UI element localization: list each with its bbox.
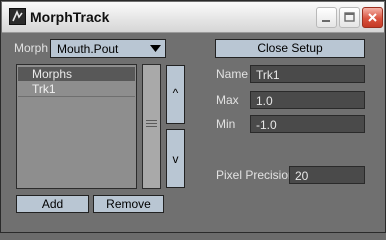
remove-button[interactable]: Remove [93, 195, 164, 213]
min-label: Min [216, 117, 236, 131]
scroll-up-label: ^ [172, 86, 179, 100]
minimize-icon [322, 20, 330, 22]
morphtrack-window: MorphTrack Morph Mouth.Pout Morphs Trk1 … [0, 0, 386, 233]
close-icon [368, 13, 377, 22]
list-scrollbar[interactable] [142, 64, 161, 189]
pixel-precision-value: 20 [295, 169, 309, 183]
window-title: MorphTrack [30, 9, 110, 25]
close-button[interactable] [362, 7, 383, 28]
title-bar[interactable]: MorphTrack [2, 2, 384, 33]
list-item-label: Trk1 [32, 82, 56, 96]
scroll-up-button[interactable]: ^ [166, 65, 185, 124]
morph-app-icon [9, 8, 26, 25]
min-field[interactable]: -1.0 [250, 115, 365, 133]
max-field-value: 1.0 [256, 94, 273, 108]
morph-list[interactable]: Morphs Trk1 [16, 64, 137, 189]
min-field-value: -1.0 [256, 118, 277, 132]
pixel-precision-field[interactable]: 20 [289, 166, 365, 184]
maximize-button[interactable] [339, 7, 360, 28]
scroll-grip-line [146, 123, 157, 124]
maximize-icon [344, 12, 355, 22]
morph-dropdown[interactable]: Mouth.Pout [50, 39, 166, 58]
list-item[interactable]: Trk1 [18, 82, 135, 97]
add-button[interactable]: Add [16, 195, 89, 213]
name-field-value: Trk1 [256, 68, 280, 82]
list-header[interactable]: Morphs [18, 67, 135, 81]
max-label: Max [216, 93, 239, 107]
list-header-label: Morphs [32, 67, 73, 81]
scroll-down-button[interactable]: v [166, 129, 185, 188]
close-setup-button[interactable]: Close Setup [215, 39, 365, 58]
scroll-down-label: v [172, 152, 179, 166]
max-field[interactable]: 1.0 [250, 91, 365, 109]
scroll-grip-line [146, 126, 157, 127]
minimize-button[interactable] [316, 7, 337, 28]
chevron-down-icon [150, 45, 161, 52]
pixel-precision-label: Pixel Precision [216, 168, 295, 182]
morph-dropdown-value: Mouth.Pout [57, 42, 119, 56]
name-field[interactable]: Trk1 [250, 65, 365, 83]
scroll-grip-line [146, 120, 157, 121]
morph-label: Morph [14, 41, 49, 55]
name-label: Name [216, 67, 249, 81]
